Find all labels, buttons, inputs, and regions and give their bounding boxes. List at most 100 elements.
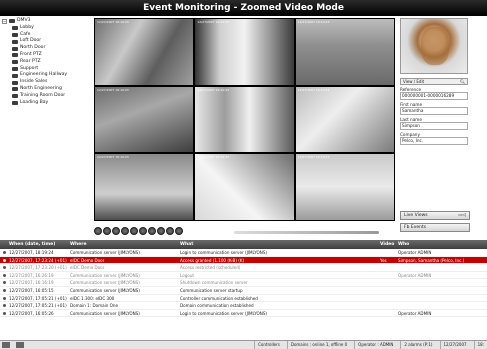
event-dot-icon — [3, 304, 6, 308]
tree-item[interactable]: Rear PTZ — [2, 59, 92, 66]
event-cell-what: Communication server startup — [180, 287, 243, 293]
event-row[interactable]: 12/27/2007, 16:16:19 Communication server… — [0, 279, 487, 287]
pause-icon[interactable] — [139, 227, 147, 235]
event-cell-video — [380, 279, 398, 286]
company-field: Company Pelco, Inc. — [400, 132, 480, 145]
event-row[interactable]: 12/27/2007, 16:26:19 Communication server… — [0, 272, 487, 280]
reference-field: Reference 000000001-0000016289 — [400, 87, 480, 100]
monitor-icon — [16, 342, 24, 348]
stop-icon[interactable] — [130, 227, 138, 235]
event-cell-who — [398, 264, 487, 271]
event-row[interactable]: 12/27/2007, 17:05:21 (+01) eIDC 1.300: eI… — [0, 295, 487, 303]
event-dot-icon — [3, 266, 6, 270]
event-cell-when: 12/27/2007, 16:26:19 — [0, 272, 70, 279]
event-cell-who — [398, 295, 487, 302]
tree-item[interactable]: Inside Sales — [2, 79, 92, 86]
event-cell-who — [398, 302, 487, 309]
video-grid: 12/27/2007 16:10:23 12/27/2007 16:10:23 … — [94, 18, 395, 221]
event-cell-video — [380, 249, 398, 256]
event-cell-what: Shutdown communication server — [180, 280, 248, 286]
forward-fast-icon[interactable] — [166, 227, 174, 235]
camera-icon: ▭◁ — [458, 213, 466, 218]
door-icon — [12, 73, 18, 78]
collapse-icon[interactable]: − — [2, 18, 7, 24]
video-cell[interactable]: 12/27/2007 16:10:23 — [95, 19, 194, 85]
event-cell-video — [380, 272, 398, 279]
event-row[interactable]: 12/27/2007, 18:19:24 Communication server… — [0, 249, 487, 257]
event-row[interactable]: 12/27/2007, 16:05:26 Communication server… — [0, 310, 487, 318]
door-icon — [12, 39, 18, 44]
door-icon — [12, 100, 18, 105]
event-cell-where: Communication server (JIMLYONS) — [70, 310, 140, 316]
event-dot-icon — [3, 288, 6, 292]
video-cell[interactable]: 12/27/2007 16:10:23 — [195, 154, 294, 220]
magnifier-icon: 🔍︎ — [459, 79, 465, 84]
video-cell[interactable]: 12/27/2007 16:10:23 — [295, 154, 394, 220]
tree-item[interactable]: Engineering Hallway — [2, 72, 92, 79]
event-dot-icon — [3, 251, 6, 254]
door-icon — [12, 26, 18, 31]
play-icon[interactable] — [148, 227, 156, 235]
rewind-fast-icon[interactable] — [103, 227, 111, 235]
event-cell-what: Access granted (1.100 (K-B) (K) — [180, 257, 245, 263]
event-cell-when: 12/27/2007, 16:16:19 — [0, 279, 70, 286]
event-cell-when: 12/27/2007, 18:19:24 — [0, 249, 70, 256]
tree-item[interactable]: North Engineering — [2, 86, 92, 93]
tree-item[interactable]: Loft Door — [2, 38, 92, 45]
events-table: When (date, time) Where What Video Who 1… — [0, 240, 487, 340]
event-cell-when: 12/27/2007, 17:05:21 (+01) — [0, 302, 70, 309]
device-tree: − DMV3 Lobby Cafe Loft Door North Door Front… — [2, 18, 92, 238]
skip-start-icon[interactable] — [94, 227, 102, 235]
event-row[interactable]: 12/27/2007, 17:05:21 (+01) Domain 1: Doma… — [0, 302, 487, 310]
tree-item[interactable]: Loading Bay — [2, 100, 92, 107]
status-bar: Controllers Domains : online 1, offline … — [0, 340, 487, 349]
event-cell-what: Logout — [180, 272, 195, 278]
event-cell-when: 12/27/2007, 17:05:21 (+01) — [0, 295, 70, 302]
event-dot-icon — [3, 311, 6, 315]
event-cell-where: Communication server (JIMLYONS) — [70, 287, 140, 293]
video-cell[interactable]: 12/27/2007 16:10:23 — [95, 154, 194, 220]
event-dot-icon — [3, 258, 6, 262]
person-panel: View / Edit 🔍︎ Reference 000000001-00000… — [400, 18, 480, 218]
timeline-slider[interactable] — [234, 231, 379, 234]
event-cell-when: 12/27/2007, 17:23:20 (+01) — [0, 264, 70, 271]
live-views-button[interactable]: Live Views ▭◁ — [400, 211, 470, 220]
event-row[interactable]: 12/27/2007, 17:23:20 (+01) eIDC Demo Door… — [0, 264, 487, 272]
device-icon — [9, 19, 15, 24]
step-forward-icon[interactable] — [157, 227, 165, 235]
event-cell-video — [380, 310, 398, 317]
event-row[interactable]: 12/27/2007, 16:05:15 Communication server… — [0, 287, 487, 295]
event-cell-what: Controller communication established — [180, 295, 258, 301]
skip-end-icon[interactable] — [175, 227, 183, 235]
event-cell-who: Operator ADMIN — [398, 310, 432, 316]
video-cell[interactable]: 12/27/2007 16:10:23 — [95, 86, 194, 153]
event-dot-icon — [3, 296, 6, 300]
step-back-icon[interactable] — [121, 227, 129, 235]
event-cell-where: eIDC Demo Door — [70, 265, 105, 271]
window-title: Event Monitoring - Zoomed Video Mode — [0, 0, 487, 16]
first-name-field: First name Samantha — [400, 102, 480, 115]
tree-root[interactable]: − DMV3 — [2, 18, 92, 25]
video-cell[interactable]: 12/27/2007 16:10:23 — [295, 86, 394, 153]
tree-item[interactable]: Cafe — [2, 32, 92, 39]
rewind-icon[interactable] — [112, 227, 120, 235]
tree-item[interactable]: Training Room Door — [2, 93, 92, 100]
events-header: When (date, time) Where What Video Who — [0, 240, 487, 249]
video-cell[interactable]: 12/27/2007 16:10:23 — [195, 86, 294, 153]
event-dot-icon — [3, 273, 6, 277]
last-name-field: Last name Simpson — [400, 117, 480, 130]
main-area: − DMV3 Lobby Cafe Loft Door North Door Front… — [0, 16, 487, 249]
event-cell-who — [398, 287, 487, 294]
view-edit-button[interactable]: View / Edit 🔍︎ — [400, 78, 468, 85]
tree-item[interactable]: Front PTZ — [2, 52, 92, 59]
fb-events-button[interactable]: Fb Events — [400, 223, 470, 232]
event-cell-video — [380, 287, 398, 294]
event-row[interactable]: 12/27/2007, 17:23:24 (+01) eIDC Demo Door… — [0, 256, 487, 265]
video-cell[interactable]: 12/27/2007 16:10:23 — [295, 19, 394, 85]
tree-item[interactable]: North Door — [2, 45, 92, 52]
tree-item[interactable]: Lobby — [2, 25, 92, 32]
door-icon — [12, 46, 18, 51]
video-cell[interactable]: 12/27/2007 16:10:23 — [195, 19, 294, 85]
event-cell-when: 12/27/2007, 17:23:24 (+01) — [0, 257, 70, 264]
event-cell-where: eIDC 1.300: eIDC 300 — [70, 295, 115, 301]
